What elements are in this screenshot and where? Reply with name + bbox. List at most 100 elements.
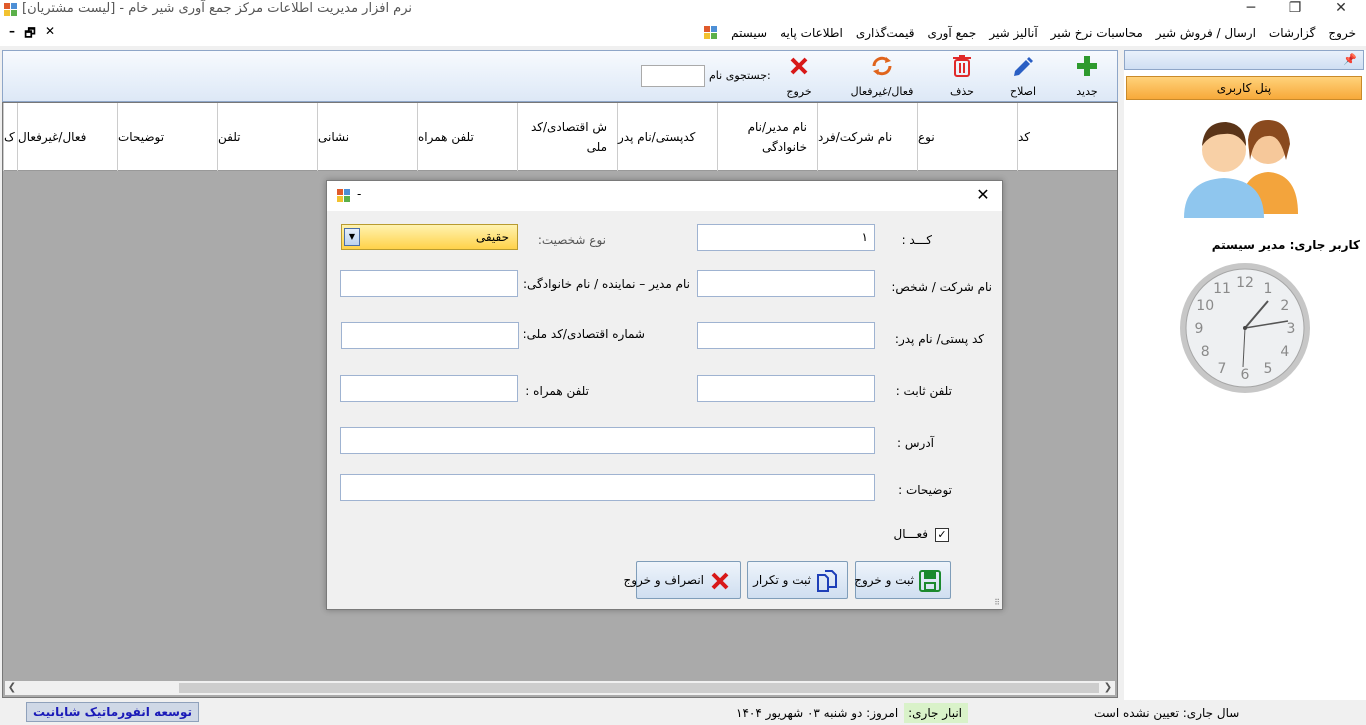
exit-button[interactable]: خروج — [773, 54, 825, 100]
col-phone[interactable]: تلفن — [217, 103, 317, 171]
status-today: امروز: دو شنبه ۰۳ شهریور ۱۴۰۴ — [736, 706, 899, 720]
toggle-active-button[interactable]: فعال/غیرفعال — [849, 54, 915, 100]
edit-button-label: اصلاح — [1009, 85, 1037, 98]
phone-field[interactable] — [697, 375, 875, 402]
search-label: جستجوی نام: — [709, 69, 771, 82]
menu-reports[interactable]: گزارشات — [1269, 26, 1315, 40]
company-label: نام شرکت / شخص: — [891, 280, 992, 294]
horizontal-scrollbar[interactable]: ❮ ❯ — [5, 681, 1115, 695]
cancel-exit-button[interactable]: انصراف و خروج — [624, 561, 741, 599]
person-type-label: نوع شخصیت: — [537, 233, 606, 247]
mobile-label: تلفن همراه : — [525, 384, 589, 398]
postal-label: کد پستی/ نام پدر: — [894, 332, 984, 346]
window-title: نرم افزار مدیریت اطلاعات مرکز جمع آوری ش… — [22, 1, 413, 16]
toggle-active-label: فعال/غیرفعال — [850, 85, 914, 98]
menu-milk-analysis[interactable]: آنالیز شیر — [989, 26, 1037, 40]
trash-icon — [953, 55, 971, 77]
col-code[interactable]: کد — [1017, 103, 1117, 171]
col-active[interactable]: فعال/غیرفعال — [17, 103, 117, 171]
company-field[interactable] — [697, 270, 875, 297]
status-warehouse: انبار جاری: — [904, 703, 968, 723]
clock-numeral: 9 — [1195, 321, 1204, 337]
save-repeat-button[interactable]: ثبت و تکرار — [747, 561, 848, 599]
clock-numeral: 7 — [1218, 361, 1227, 377]
clock-numeral: 2 — [1280, 298, 1289, 314]
clock-numeral: 4 — [1280, 344, 1289, 360]
delete-button-label: حذف — [950, 85, 974, 98]
mdi-close-button[interactable]: ✕ — [42, 24, 58, 38]
scrollbar-thumb[interactable] — [179, 683, 1099, 693]
save-exit-label: ثبت و خروج — [854, 573, 914, 587]
exit-button-label: خروج — [786, 85, 812, 98]
col-mobile[interactable]: تلفن همراه — [417, 103, 517, 171]
dialog-title: - — [357, 187, 362, 201]
resize-grip-icon[interactable]: ⠿ — [994, 598, 1000, 607]
person-type-select[interactable]: حقیقی ▼ — [341, 224, 518, 250]
active-label: فعـــال — [893, 527, 928, 541]
col-type[interactable]: نوع — [917, 103, 1017, 171]
economic-field[interactable] — [341, 322, 519, 349]
clock-icon: 12 12 3 45678 9 1011 — [1180, 263, 1310, 393]
col-postal-code[interactable]: کدپستی/نام پدر — [617, 103, 717, 171]
company-badge: توسعه انفورماتیک شایانیت — [26, 702, 199, 722]
clock-numeral: 1 — [1264, 281, 1273, 297]
menu-exit[interactable]: خروج — [1328, 26, 1356, 40]
toolbar: جدید اصلاح حذف فعال/غیرفعال خروج جستجوی … — [2, 50, 1118, 102]
user-panel: 📌 پنل کاربری کاربر جاری: مدیر سیستم 12 1 2… — [1124, 50, 1366, 700]
menu-system[interactable]: سیستم — [731, 26, 767, 40]
active-checkbox[interactable]: ✓ — [935, 528, 949, 542]
col-economic-code[interactable]: ش اقتصادی/کد ملی — [517, 103, 617, 171]
col-notes[interactable]: توضیحات — [117, 103, 217, 171]
menu-send-sell[interactable]: ارسال / فروش شیر — [1156, 26, 1256, 40]
save-repeat-label: ثبت و تکرار — [753, 573, 811, 587]
postal-field[interactable] — [697, 322, 875, 349]
new-button[interactable]: جدید — [1061, 54, 1113, 100]
menu-app-icon — [704, 26, 718, 39]
col-company-name[interactable]: نام شرکت/فرد — [817, 103, 917, 171]
clock-numeral: 8 — [1201, 344, 1210, 360]
scroll-right-icon[interactable]: ❯ — [1101, 681, 1115, 695]
menu-base-info[interactable]: اطلاعات پایه — [780, 26, 843, 40]
menu-collection[interactable]: جمع آوری — [927, 26, 976, 40]
search-input[interactable] — [641, 65, 705, 87]
maximize-button[interactable]: ❐ — [1272, 0, 1318, 20]
refresh-icon — [872, 56, 892, 76]
clock-numeral: 10 — [1196, 298, 1214, 314]
chevron-down-icon[interactable]: ▼ — [344, 228, 360, 246]
scroll-left-icon[interactable]: ❮ — [5, 681, 19, 695]
col-manager-name[interactable]: نام مدیر/نام خانوادگی — [717, 103, 817, 171]
title-bar: نرم افزار مدیریت اطلاعات مرکز جمع آوری ش… — [0, 0, 1366, 20]
users-icon — [1184, 120, 1298, 218]
panel-title: پنل کاربری — [1126, 76, 1362, 100]
delete-button[interactable]: حذف — [936, 54, 988, 100]
menu-rate-calc[interactable]: محاسبات نرخ شیر — [1051, 26, 1143, 40]
plus-icon — [1077, 56, 1097, 76]
code-field[interactable]: ۱ — [697, 224, 875, 251]
clock-numeral: 3 — [1287, 321, 1296, 337]
col-address[interactable]: نشانی — [317, 103, 417, 171]
mdi-restore-button[interactable]: 🗗 — [22, 24, 38, 45]
close-button[interactable]: ✕ — [1318, 0, 1364, 20]
new-button-label: جدید — [1076, 85, 1098, 98]
address-label: آدرس : — [897, 436, 934, 450]
edit-button[interactable]: اصلاح — [997, 54, 1049, 100]
mdi-minimize-button[interactable]: – — [4, 24, 20, 38]
dialog-app-icon — [337, 189, 350, 202]
x-icon — [711, 572, 729, 590]
code-label: کـــد : — [901, 233, 932, 247]
col-partial[interactable]: ک — [3, 103, 17, 171]
save-exit-button[interactable]: ثبت و خروج — [854, 561, 951, 599]
manager-field[interactable] — [340, 270, 518, 297]
menu-pricing[interactable]: قیمت‌گذاری — [856, 26, 915, 40]
address-field[interactable] — [340, 427, 875, 454]
dialog-close-button[interactable]: ✕ — [972, 185, 994, 204]
clock-numeral: 6 — [1241, 367, 1250, 383]
x-icon — [790, 57, 808, 75]
person-type-value: حقیقی — [475, 230, 509, 244]
manager-label: نام مدیر – نماینده / نام خانوادگی: — [523, 277, 690, 291]
minimize-button[interactable]: ─ — [1228, 0, 1274, 20]
notes-field[interactable] — [340, 474, 875, 501]
mobile-field[interactable] — [340, 375, 518, 402]
notes-label: توضیحات : — [898, 483, 952, 497]
pin-icon[interactable]: 📌 — [1343, 53, 1357, 66]
